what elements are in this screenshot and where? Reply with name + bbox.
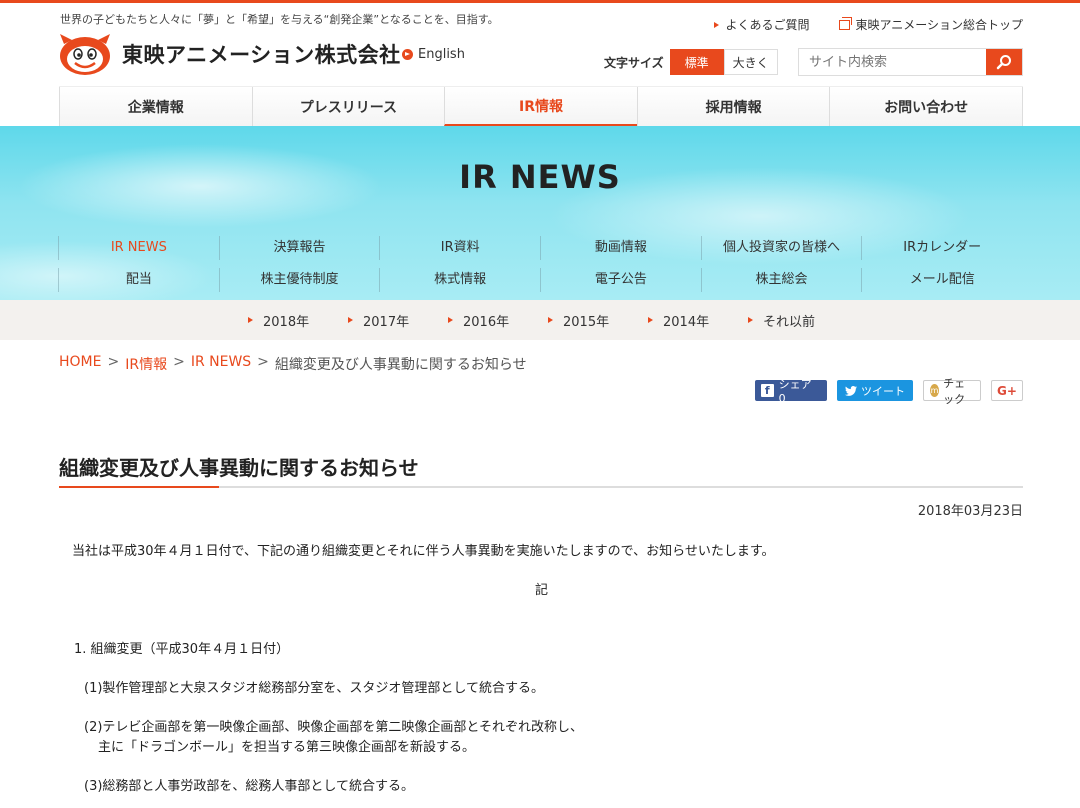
year-label: それ以前 (763, 314, 816, 330)
year-label: 2017年 (363, 314, 410, 330)
subnav-shareholders-meeting[interactable]: 株主総会 (700, 268, 862, 292)
breadcrumb: HOME > IR情報 > IR NEWS > 組織変更及び人事異動に関するお知… (59, 354, 527, 374)
year-2014-link[interactable]: 2014年 (640, 300, 740, 340)
year-2018-link[interactable]: 2018年 (240, 300, 340, 340)
subnav-ir-materials[interactable]: IR資料 (379, 236, 540, 260)
year-2016-link[interactable]: 2016年 (440, 300, 540, 340)
article-item-1: (1)製作管理部と大泉スタジオ総務部分室を、スタジオ管理部として統合する。 (84, 681, 545, 696)
breadcrumb-separator: > (107, 354, 120, 370)
mixi-check-button[interactable]: m チェック (923, 377, 981, 406)
gnav-ir[interactable]: IR情報 (444, 87, 637, 126)
external-window-icon (839, 16, 853, 30)
subnav-individual-investors[interactable]: 個人投資家の皆様へ (700, 236, 862, 260)
breadcrumb-ir[interactable]: IR情報 (125, 354, 167, 374)
article-item-3: (3)総務部と人事労政部を、総務人事部として統合する。 (84, 779, 415, 794)
section-heading: 1. 組織変更（平成30年４月１日付） (74, 642, 290, 657)
triangle-right-icon (348, 317, 353, 323)
company-name: 東映アニメーション株式会社 (122, 43, 401, 67)
top-accent-line (0, 0, 1080, 3)
breadcrumb-separator: > (173, 354, 185, 370)
group-top-link[interactable]: 東映アニメーション総合トップ (839, 16, 1023, 33)
utility-links: よくあるご質問 東映アニメーション総合トップ (684, 16, 1023, 33)
share-buttons: f シェア 0 ツイート m チェック G+ (755, 377, 1023, 406)
group-top-label: 東映アニメーション総合トップ (855, 18, 1023, 32)
year-label: 2018年 (263, 314, 310, 330)
gnav-recruit[interactable]: 採用情報 (636, 87, 830, 126)
global-nav: 企業情報 プレスリリース IR情報 採用情報 お問い合わせ (59, 86, 1023, 126)
article-ki: 記 (535, 583, 549, 598)
year-label: 2014年 (663, 314, 710, 330)
faq-label: よくあるご質問 (725, 18, 810, 32)
subnav-shareholder-benefits[interactable]: 株主優待制度 (218, 268, 380, 292)
article-intro: 当社は平成30年４月１日付で、下記の通り組織変更とそれに伴う人事異動を実施いたし… (72, 544, 775, 559)
ir-subnav-row1: IR NEWS 決算報告 IR資料 動画情報 個人投資家の皆様へ IRカレンダー (58, 236, 1022, 260)
year-earlier-link[interactable]: それ以前 (740, 300, 840, 340)
gnav-contact[interactable]: お問い合わせ (829, 87, 1023, 126)
mixi-icon: m (930, 384, 940, 397)
facebook-icon: f (761, 384, 774, 397)
triangle-right-icon (448, 317, 453, 323)
title-divider-accent (59, 486, 219, 488)
triangle-right-icon (648, 317, 653, 323)
facebook-share-label: シェア 0 (778, 378, 812, 405)
corporate-tagline: 世界の子どもたちと人々に「夢」と「希望」を与える“創発企業”となることを、目指す… (60, 13, 499, 26)
font-size-standard-button[interactable]: 標準 (669, 49, 724, 75)
subnav-ir-calendar[interactable]: IRカレンダー (861, 236, 1022, 260)
breadcrumb-ir-news[interactable]: IR NEWS (191, 354, 251, 374)
search-input[interactable] (799, 49, 986, 75)
site-search (798, 48, 1023, 76)
search-icon (996, 55, 1011, 70)
breadcrumb-separator: > (257, 354, 269, 370)
triangle-right-icon (714, 21, 720, 28)
twitter-bird-icon (845, 385, 857, 396)
year-label: 2016年 (463, 314, 510, 330)
year-filter-bar: 2018年 2017年 2016年 2015年 2014年 それ以前 (0, 300, 1080, 340)
page-title: IR NEWS (459, 158, 621, 196)
ir-subnav-row2: 配当 株主優待制度 株式情報 電子公告 株主総会 メール配信 (58, 268, 1022, 292)
twitter-share-label: ツイート (861, 384, 905, 398)
subnav-video[interactable]: 動画情報 (540, 236, 701, 260)
subnav-public-notice[interactable]: 電子公告 (540, 268, 701, 292)
triangle-right-icon (248, 317, 253, 323)
article-item-2-cont: 主に「ドラゴンボール」を担当する第三映像企画部を新設する。 (98, 740, 476, 755)
google-plus-button[interactable]: G+ (991, 380, 1023, 401)
subnav-mail[interactable]: メール配信 (861, 268, 1022, 292)
triangle-right-icon (748, 317, 753, 323)
font-size-switcher: 文字サイズ 標準 大きく (604, 49, 778, 75)
english-link[interactable]: English (402, 47, 465, 62)
mixi-check-label: チェック (943, 376, 966, 406)
search-button[interactable] (986, 49, 1022, 75)
year-2017-link[interactable]: 2017年 (340, 300, 440, 340)
subnav-ir-news[interactable]: IR NEWS (58, 236, 219, 260)
gnav-company[interactable]: 企業情報 (59, 87, 252, 126)
faq-link[interactable]: よくあるご質問 (714, 16, 809, 33)
publish-date: 2018年03月23日 (917, 504, 1023, 519)
logo-cat-icon (58, 32, 112, 76)
article-title: 組織変更及び人事異動に関するお知らせ (59, 456, 419, 480)
facebook-share-button[interactable]: f シェア 0 (755, 378, 827, 405)
arrow-circle-icon (402, 49, 413, 60)
subnav-dividend[interactable]: 配当 (58, 268, 219, 292)
subnav-financial-report[interactable]: 決算報告 (218, 236, 380, 260)
subnav-stock-info[interactable]: 株式情報 (379, 268, 540, 292)
year-2015-link[interactable]: 2015年 (540, 300, 640, 340)
breadcrumb-home[interactable]: HOME (59, 354, 101, 374)
company-logo[interactable]: 東映アニメーション株式会社 (58, 32, 401, 76)
triangle-right-icon (548, 317, 553, 323)
gnav-press[interactable]: プレスリリース (251, 87, 445, 126)
year-label: 2015年 (563, 314, 610, 330)
twitter-share-button[interactable]: ツイート (837, 380, 913, 401)
font-size-large-button[interactable]: 大きく (723, 49, 778, 75)
breadcrumb-current: 組織変更及び人事異動に関するお知らせ (274, 357, 527, 373)
font-size-label: 文字サイズ (604, 55, 664, 70)
english-label: English (418, 47, 465, 62)
article-item-2: (2)テレビ企画部を第一映像企画部、映像企画部を第二映像企画部とそれぞれ改称し、 (84, 720, 584, 735)
